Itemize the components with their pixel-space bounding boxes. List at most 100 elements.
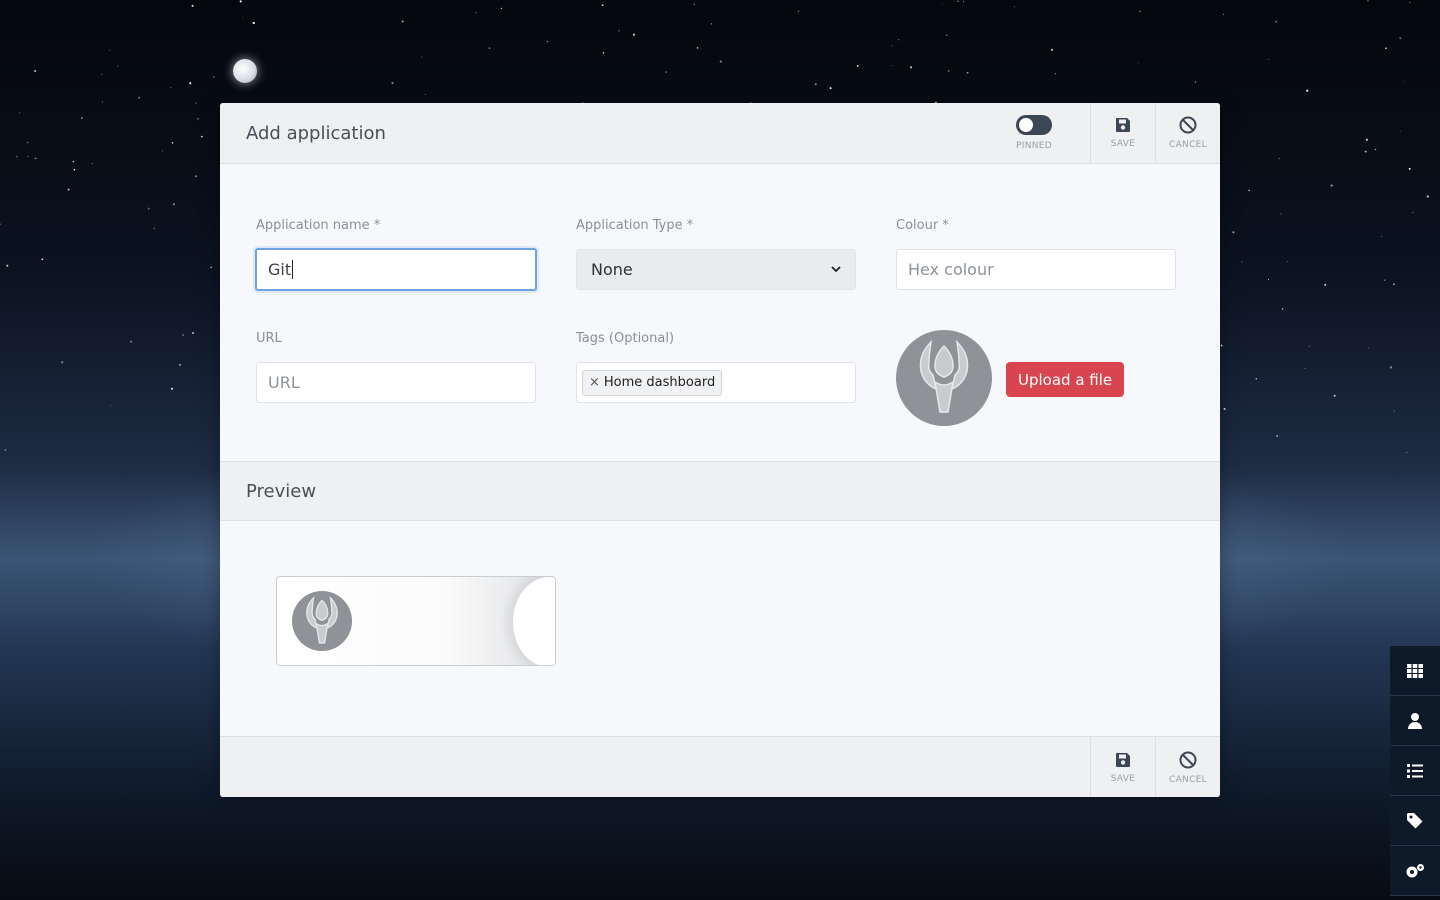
star	[425, 94, 427, 95]
star	[475, 12, 477, 14]
footer-save-button[interactable]: SAVE	[1090, 737, 1155, 797]
star	[957, 0, 959, 3]
star	[1139, 10, 1141, 13]
star	[1014, 6, 1015, 8]
app-name-input[interactable]: Git	[255, 248, 537, 291]
star	[1399, 130, 1401, 132]
modal-header: Add application PINNED SAVE CANCEL	[220, 103, 1220, 164]
star	[34, 70, 37, 72]
star	[1223, 13, 1224, 15]
app-name-label: Application name *	[256, 218, 381, 233]
star	[1137, 62, 1139, 64]
app-type-select[interactable]: None	[576, 249, 856, 290]
upload-file-button[interactable]: Upload a file	[1006, 362, 1125, 397]
star	[252, 21, 255, 25]
star	[4, 449, 7, 451]
list-icon	[1407, 763, 1423, 778]
star	[897, 38, 900, 41]
star	[192, 332, 194, 334]
tag-remove-button[interactable]: ×	[589, 375, 600, 390]
star	[632, 33, 636, 36]
star	[1393, 283, 1395, 285]
dock-dashboard-button[interactable]	[1390, 646, 1440, 696]
star	[91, 163, 93, 165]
footer-cancel-button[interactable]: CANCEL	[1155, 737, 1220, 797]
star	[1223, 407, 1226, 410]
star	[693, 3, 695, 5]
colour-placeholder: Hex colour	[908, 260, 994, 279]
star	[101, 73, 103, 75]
star	[1406, 451, 1408, 454]
star	[161, 150, 163, 152]
dock-list-button[interactable]	[1390, 746, 1440, 796]
header-cancel-label: CANCEL	[1169, 140, 1207, 150]
toggle-switch[interactable]	[1016, 115, 1052, 135]
star	[1367, 347, 1369, 349]
star	[101, 101, 104, 103]
star	[500, 7, 502, 10]
star	[27, 155, 29, 157]
star	[1287, 261, 1289, 262]
star	[191, 4, 194, 7]
star	[117, 65, 119, 67]
star	[1281, 308, 1284, 310]
star	[1389, 366, 1393, 369]
grid-icon	[1407, 663, 1423, 678]
dock-settings-button[interactable]	[1390, 846, 1440, 896]
cogs-icon	[1406, 863, 1424, 877]
header-save-button[interactable]: SAVE	[1090, 103, 1155, 164]
side-dock	[1390, 646, 1440, 896]
star	[34, 157, 37, 160]
star	[947, 69, 950, 72]
star	[401, 20, 404, 23]
dock-users-button[interactable]	[1390, 696, 1440, 746]
star	[1054, 73, 1056, 75]
tag-chip: × Home dashboard	[582, 369, 723, 396]
star	[67, 188, 70, 191]
star	[0, 223, 1, 225]
star	[945, 34, 948, 36]
colour-field: Colour *	[896, 218, 949, 233]
colour-input[interactable]: Hex colour	[896, 249, 1176, 290]
tag-icon	[1407, 812, 1423, 828]
app-type-label: Application Type *	[576, 218, 694, 233]
dock-tags-button[interactable]	[1390, 796, 1440, 846]
star	[710, 23, 713, 25]
star	[814, 83, 817, 86]
star	[109, 49, 111, 51]
cancel-icon	[1179, 751, 1197, 768]
modal-footer: SAVE CANCEL	[220, 736, 1220, 797]
star	[1374, 148, 1377, 151]
footer-save-label: SAVE	[1110, 773, 1136, 784]
app-preview-card[interactable]	[276, 576, 556, 666]
add-application-modal: Add application PINNED SAVE CANCEL Appli…	[220, 103, 1220, 797]
pinned-toggle[interactable]: PINNED	[996, 103, 1072, 164]
star	[618, 30, 620, 32]
url-input[interactable]: URL	[256, 362, 536, 403]
star	[147, 207, 150, 210]
tags-field: Tags (Optional)	[576, 331, 674, 346]
star	[210, 266, 213, 269]
star	[242, 16, 244, 18]
chevron-down-icon	[831, 266, 841, 273]
star	[1381, 236, 1383, 238]
star	[1050, 48, 1054, 51]
header-save-label: SAVE	[1110, 139, 1136, 149]
star	[182, 334, 185, 337]
colour-label: Colour *	[896, 218, 949, 233]
card-app-icon	[292, 591, 352, 651]
url-placeholder: URL	[268, 373, 300, 392]
star	[546, 40, 549, 43]
user-icon	[1408, 712, 1422, 729]
moon	[233, 59, 257, 83]
tags-input[interactable]: × Home dashboard	[576, 362, 856, 403]
header-cancel-button[interactable]: CANCEL	[1155, 103, 1220, 164]
star	[130, 340, 133, 343]
star	[1308, 345, 1310, 348]
star	[1241, 261, 1243, 263]
star	[178, 363, 182, 367]
star	[1403, 81, 1404, 83]
star	[194, 175, 197, 178]
star	[391, 81, 394, 85]
cancel-icon	[1179, 116, 1197, 134]
